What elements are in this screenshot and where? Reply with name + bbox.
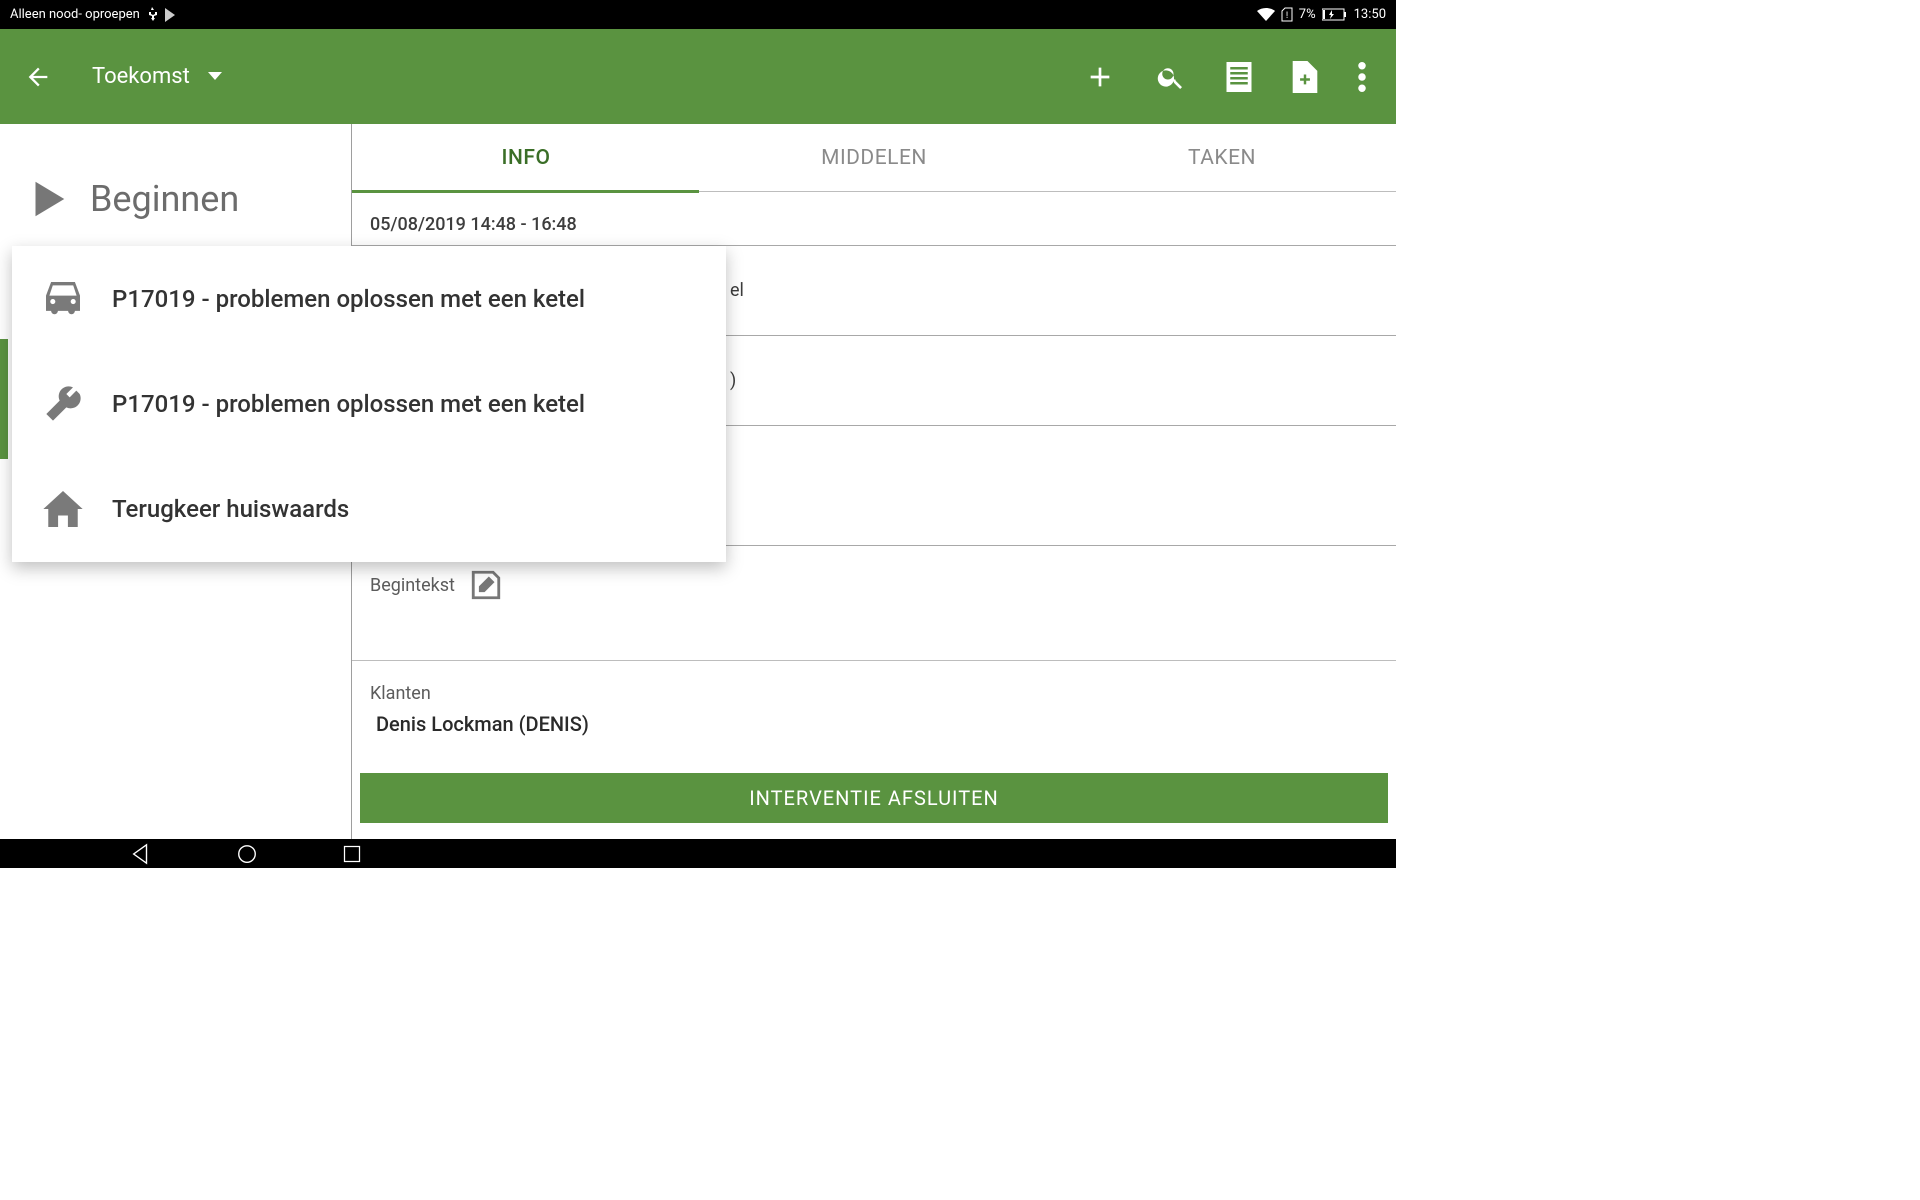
edit-icon[interactable] [469, 568, 503, 602]
play-icon [24, 176, 70, 222]
android-status-bar: Alleen nood- oproepen ! 7% 13:50 [0, 0, 1396, 29]
tab-info-label: INFO [502, 146, 551, 170]
add-icon[interactable] [1084, 61, 1116, 93]
new-doc-icon[interactable] [1292, 61, 1318, 93]
svg-text:!: ! [1286, 11, 1288, 21]
toolbar-title-text: Toekomst [92, 64, 190, 89]
status-battery-text: 7% [1299, 7, 1316, 22]
popup-item-return-label: Terugkeer huiswaards [112, 495, 349, 523]
battery-icon [1322, 8, 1348, 21]
list-icon[interactable] [1226, 62, 1252, 92]
car-icon [42, 282, 84, 316]
popup-item-work[interactable]: P17019 - problemen oplossen met een kete… [12, 351, 726, 456]
peek-text-2: ) [730, 370, 736, 391]
app-toolbar: Toekomst [0, 29, 1396, 124]
tab-taken[interactable]: TAKEN [1048, 124, 1396, 191]
begintekst-spacer [352, 610, 1396, 652]
begintekst-label: Begintekst [370, 575, 455, 596]
begin-popup-menu: P17019 - problemen oplossen met een kete… [12, 246, 726, 562]
wifi-icon [1257, 8, 1275, 22]
nav-back-icon[interactable] [130, 843, 152, 865]
search-icon[interactable] [1156, 62, 1186, 92]
android-nav-bar [0, 839, 1396, 868]
dropdown-icon [208, 72, 222, 82]
close-label: INTERVENTIE AFSLUITEN [749, 786, 999, 810]
tab-bar: INFO MIDDELEN TAKEN [352, 124, 1396, 192]
tab-info[interactable]: INFO [352, 124, 700, 191]
tab-taken-label: TAKEN [1188, 146, 1256, 170]
nav-home-icon[interactable] [236, 843, 258, 865]
klanten-label-row: Klanten [352, 661, 1396, 712]
selected-indicator [0, 339, 8, 459]
klanten-value: Denis Lockman (DENIS) [376, 712, 589, 736]
popup-item-travel[interactable]: P17019 - problemen oplossen met een kete… [12, 246, 726, 351]
tab-active-underline [352, 190, 699, 193]
card-icon: ! [1281, 7, 1293, 22]
datetime-text: 05/08/2019 14:48 - 16:48 [370, 214, 577, 235]
popup-item-return[interactable]: Terugkeer huiswaards [12, 456, 726, 561]
usb-icon [146, 7, 158, 23]
nav-recent-icon[interactable] [342, 844, 362, 864]
popup-item-travel-label: P17019 - problemen oplossen met een kete… [112, 285, 585, 313]
klanten-value-row: Denis Lockman (DENIS) [352, 712, 1396, 748]
home-icon [42, 491, 84, 527]
popup-item-work-label: P17019 - problemen oplossen met een kete… [112, 390, 585, 418]
overflow-menu-icon[interactable] [1358, 62, 1366, 92]
tab-middelen[interactable]: MIDDELEN [700, 124, 1048, 191]
status-clock: 13:50 [1354, 7, 1386, 22]
back-icon[interactable] [24, 63, 52, 91]
toolbar-title-dropdown[interactable]: Toekomst [92, 64, 222, 89]
datetime-row: 05/08/2019 14:48 - 16:48 [352, 192, 1396, 246]
wrench-icon [42, 384, 84, 424]
tab-middelen-label: MIDDELEN [821, 146, 927, 170]
status-emergency-text: Alleen nood- oproepen [10, 7, 140, 22]
close-intervention-button[interactable]: INTERVENTIE AFSLUITEN [360, 773, 1388, 823]
play-store-icon [164, 8, 176, 22]
peek-text-1: el [730, 280, 744, 301]
klanten-label: Klanten [370, 683, 431, 704]
begin-button[interactable]: Beginnen [0, 124, 351, 238]
begin-label: Beginnen [90, 178, 239, 220]
